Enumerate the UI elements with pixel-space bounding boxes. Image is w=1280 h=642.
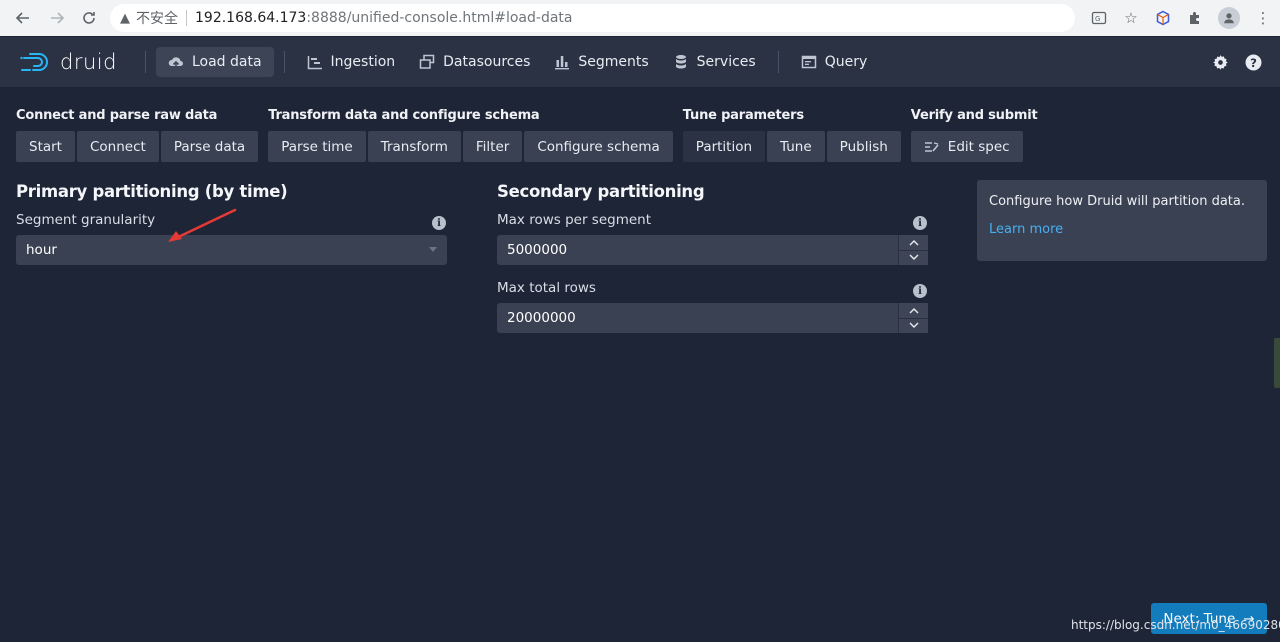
step-tune[interactable]: Tune: [767, 131, 825, 162]
step-transform[interactable]: Transform: [367, 131, 461, 162]
url-path: :8888/unified-console.html#load-data: [306, 10, 573, 26]
nav-ingestion-label: Ingestion: [330, 54, 396, 70]
increment-chevron-up-icon[interactable]: [899, 303, 928, 318]
max-rows-per-segment-label: Max rows per segment: [497, 212, 652, 228]
nav-ingestion[interactable]: Ingestion: [295, 47, 408, 77]
info-panel-description: Configure how Druid will partition data.: [989, 194, 1246, 209]
browser-toolbar: ▲ 不安全 192.168.64.173:8888/unified-consol…: [0, 0, 1280, 36]
nav-load-data-label: Load data: [191, 54, 262, 70]
nav-query[interactable]: Query: [789, 47, 880, 77]
url-host: 192.168.64.173: [195, 10, 307, 26]
step-configure-schema[interactable]: Configure schema: [524, 131, 673, 162]
multi-select-icon: [419, 54, 435, 69]
step-parse-data[interactable]: Parse data: [160, 131, 259, 162]
extension-cube-icon[interactable]: [1154, 9, 1172, 27]
annotation-arrow-icon: [168, 208, 237, 242]
cloud-upload-icon: [168, 57, 183, 68]
profile-avatar-icon[interactable]: [1218, 7, 1240, 29]
max-total-rows-label: Max total rows: [497, 280, 596, 296]
edit-spec-icon: [924, 141, 939, 152]
logo-text: druid: [60, 50, 117, 74]
settings-gear-icon[interactable]: [1212, 54, 1229, 71]
warning-icon: ▲: [120, 10, 130, 26]
info-panel: Configure how Druid will partition data.…: [977, 180, 1267, 261]
druid-logo[interactable]: druid: [20, 50, 117, 74]
nav-load-data[interactable]: Load data: [155, 47, 274, 77]
step-group-title: Tune parameters: [682, 108, 804, 123]
app-header: druid Load data Ingestion Datasources Se…: [0, 37, 1280, 87]
nav-segments[interactable]: Segments: [542, 47, 660, 77]
step-group-transform: Transform data and configure schema Pars…: [268, 108, 673, 162]
decrement-chevron-down-icon[interactable]: [899, 249, 928, 265]
info-icon[interactable]: i: [913, 216, 927, 230]
svg-text:G: G: [1095, 15, 1100, 23]
step-connect[interactable]: Connect: [76, 131, 159, 162]
max-total-rows-value: 20000000: [507, 310, 576, 326]
nav-datasources-label: Datasources: [443, 54, 531, 70]
step-group-connect: Connect and parse raw data Start Connect…: [16, 108, 259, 162]
stacked-chart-icon: [555, 56, 570, 70]
step-start[interactable]: Start: [16, 131, 75, 162]
step-filter[interactable]: Filter: [462, 131, 523, 162]
omnibox-divider: [186, 10, 187, 26]
numeric-stepper: [898, 235, 928, 265]
address-bar[interactable]: ▲ 不安全 192.168.64.173:8888/unified-consol…: [110, 4, 1075, 32]
insecure-label: 不安全: [136, 11, 178, 27]
step-edit-spec[interactable]: Edit spec: [910, 131, 1023, 162]
numeric-stepper: [898, 303, 928, 333]
back-icon[interactable]: [8, 3, 38, 33]
primary-partitioning-title: Primary partitioning (by time): [16, 182, 288, 201]
step-group-tune: Tune parameters Partition Tune Publish: [682, 108, 901, 162]
max-rows-per-segment-value: 5000000: [507, 242, 568, 258]
nav-query-label: Query: [824, 54, 868, 70]
step-group-title: Verify and submit: [910, 108, 1038, 123]
extensions-puzzle-icon[interactable]: [1186, 9, 1204, 27]
svg-text:?: ?: [1250, 55, 1257, 69]
translate-icon[interactable]: G: [1090, 9, 1108, 27]
wizard-steps: Connect and parse raw data Start Connect…: [16, 108, 1038, 162]
increment-chevron-up-icon[interactable]: [899, 235, 928, 250]
step-parse-time[interactable]: Parse time: [268, 131, 366, 162]
max-total-rows-input[interactable]: 20000000: [497, 303, 928, 333]
step-group-verify: Verify and submit Edit spec: [910, 108, 1038, 162]
bookmark-star-icon[interactable]: ☆: [1122, 9, 1140, 27]
header-divider: [283, 51, 285, 73]
side-scroll-handle[interactable]: [1274, 338, 1280, 388]
nav-segments-label: Segments: [578, 54, 649, 70]
header-divider: [777, 51, 779, 73]
step-group-title: Connect and parse raw data: [16, 108, 218, 123]
menu-kebab-icon[interactable]: ⋮: [1254, 9, 1272, 27]
header-divider: [144, 51, 146, 73]
decrement-chevron-down-icon[interactable]: [899, 317, 928, 333]
step-partition[interactable]: Partition: [682, 131, 766, 162]
max-rows-per-segment-input[interactable]: 5000000: [497, 235, 928, 265]
reload-icon[interactable]: [74, 3, 104, 33]
secondary-partitioning-title: Secondary partitioning: [497, 182, 705, 201]
segment-granularity-label: Segment granularity: [16, 212, 156, 228]
gantt-chart-icon: [307, 56, 322, 70]
step-publish[interactable]: Publish: [826, 131, 901, 162]
database-icon: [675, 55, 686, 69]
help-icon[interactable]: ?: [1245, 54, 1262, 71]
step-group-title: Transform data and configure schema: [268, 108, 540, 123]
step-edit-spec-label: Edit spec: [947, 138, 1010, 155]
nav-services[interactable]: Services: [661, 47, 768, 77]
application-icon: [801, 55, 816, 69]
info-icon[interactable]: i: [432, 216, 446, 230]
druid-logo-icon: [20, 53, 48, 71]
caret-down-icon: [429, 247, 437, 252]
segment-granularity-value: hour: [26, 242, 57, 258]
info-icon[interactable]: i: [913, 284, 927, 298]
nav-datasources[interactable]: Datasources: [407, 47, 542, 77]
nav-services-label: Services: [696, 54, 756, 70]
watermark: https://blog.csdn.net/m0_46690280: [1071, 618, 1280, 632]
forward-icon[interactable]: [42, 3, 72, 33]
learn-more-link[interactable]: Learn more: [989, 222, 1255, 237]
